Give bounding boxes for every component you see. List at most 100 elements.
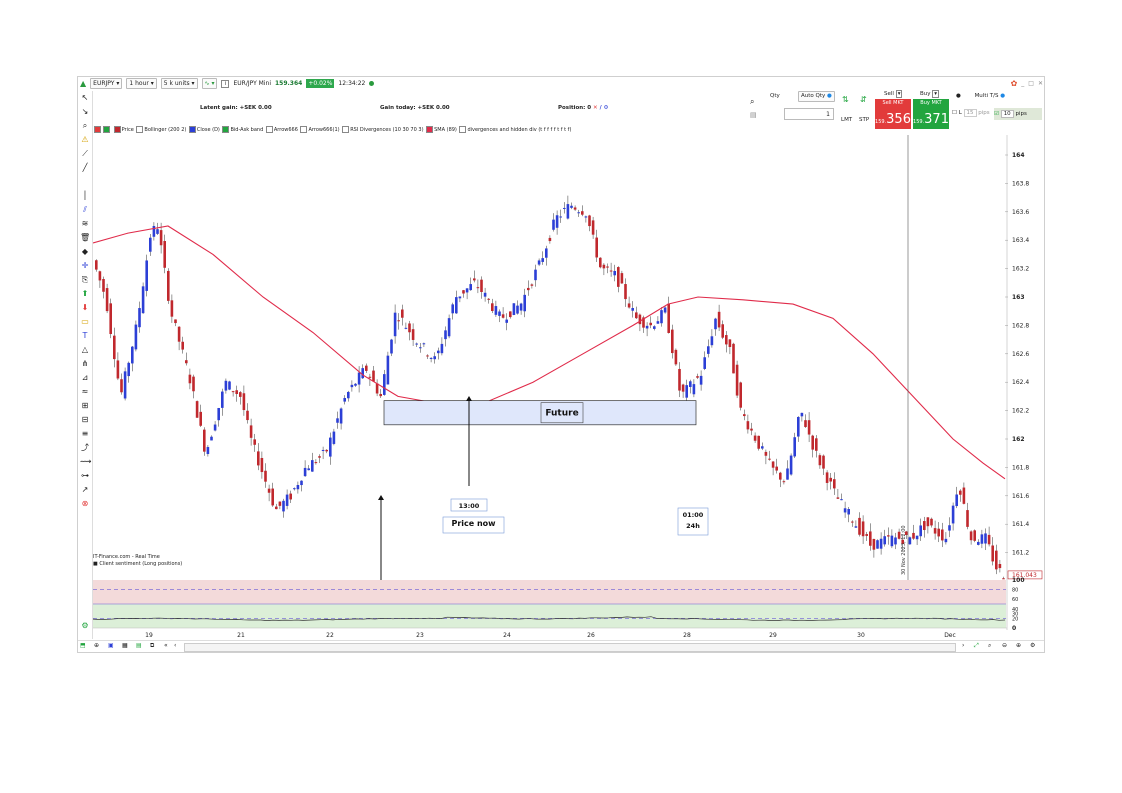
chart-settings-icon[interactable]: ⚙ [1030,642,1035,649]
candle[interactable] [401,309,404,318]
info-icon[interactable]: i [221,79,230,88]
indicator-rsi[interactable]: RSI Divergences (10 30 70 3) [350,127,423,133]
candle[interactable] [746,421,750,430]
candle[interactable] [858,517,861,535]
candle[interactable] [541,258,544,262]
stp-button[interactable]: STP [859,117,869,123]
indicator-arrow1-swatch[interactable] [300,126,308,133]
candle[interactable] [264,470,267,482]
candle[interactable] [343,397,346,402]
indicator-rsi-swatch[interactable] [342,126,350,133]
settings-icon[interactable]: ✿ [1011,77,1018,90]
candle[interactable] [980,534,984,544]
gann-icon[interactable]: ⊿ [80,373,90,383]
candle[interactable] [177,326,181,342]
candle[interactable] [210,436,213,441]
indicator-arrow-swatch[interactable] [265,126,273,133]
alert-icon[interactable]: ⚠ [80,135,90,145]
candle[interactable] [95,260,98,270]
camera-icon[interactable]: ▣ [108,642,114,649]
candle[interactable] [314,462,318,464]
indicator-sma-swatch[interactable] [426,126,434,133]
candle[interactable] [847,508,850,515]
candle[interactable] [923,521,926,531]
candle[interactable] [548,237,552,242]
candle[interactable] [530,284,534,286]
candle[interactable] [116,360,120,379]
candle[interactable] [732,343,735,374]
candle[interactable] [966,510,969,527]
indicator-bidask-swatch[interactable] [222,126,230,133]
candle[interactable] [285,494,289,506]
candle[interactable] [275,506,278,510]
candle[interactable] [800,412,804,417]
candle[interactable] [987,534,991,545]
candle[interactable] [743,414,746,417]
candle[interactable] [897,531,901,539]
candle[interactable] [455,297,458,314]
candle[interactable] [98,271,102,281]
candle[interactable] [804,420,807,427]
close-icon[interactable]: ✕ [1038,77,1046,90]
arrow-down-icon[interactable]: ⬇ [80,303,90,313]
candle[interactable] [357,372,361,385]
candle[interactable] [559,216,562,218]
price-chart[interactable]: 164 163.8 163.6 163.4 163.2 163 162.8 162.6 162.… [93,135,1044,640]
stop-order-icon[interactable]: ⇵ [860,95,867,104]
zoom-in-icon[interactable]: ⊕ [1016,642,1021,649]
candle[interactable] [577,212,580,214]
candle[interactable] [415,343,418,345]
candle[interactable] [167,270,170,301]
candle[interactable] [257,451,260,466]
ruler-icon[interactable]: ⟋ [80,149,90,159]
channel-icon[interactable]: ⫽ [80,205,90,215]
candle[interactable] [599,257,602,268]
triangle-icon[interactable]: △ [80,345,90,355]
candle[interactable] [609,270,613,272]
candle[interactable] [941,529,944,541]
candle[interactable] [995,550,998,570]
candle[interactable] [991,545,994,562]
candle[interactable] [584,216,588,218]
indicator-price-swatch[interactable] [113,126,121,133]
candle[interactable] [271,488,274,506]
candle[interactable] [912,532,915,539]
candle[interactable] [815,438,818,451]
candle[interactable] [163,241,166,268]
candle[interactable] [296,485,300,490]
search-icon[interactable]: ⌕ [750,97,754,107]
candle[interactable] [332,431,336,444]
indicator-close[interactable]: Close (D) [197,127,220,133]
candle[interactable] [829,477,832,482]
candle[interactable] [408,323,411,333]
candle[interactable] [869,531,872,546]
link-icon[interactable]: ⊶ [80,471,90,481]
candle[interactable] [739,382,742,408]
candle[interactable] [516,305,519,314]
candle[interactable] [606,266,609,268]
candle[interactable] [300,480,303,486]
chart-type-icon[interactable]: ∿ ▾ [201,78,218,89]
candle[interactable] [239,392,242,397]
step-left-icon[interactable]: ‹ [174,642,176,649]
lmt-button[interactable]: LMT [841,117,852,123]
candle[interactable] [735,364,739,396]
candle[interactable] [195,401,199,418]
candle[interactable] [267,488,271,493]
candle[interactable] [422,343,426,345]
candle[interactable] [721,324,724,338]
candle[interactable] [775,466,778,471]
candle[interactable] [624,284,627,300]
list-icon[interactable]: ▤ [750,111,757,119]
candle[interactable] [717,311,721,328]
candle[interactable] [573,207,577,210]
candle[interactable] [307,468,310,471]
zoom-icon[interactable]: ⌕ [80,121,90,131]
candle[interactable] [663,307,667,313]
candle[interactable] [725,335,728,345]
candle[interactable] [692,384,696,395]
candle[interactable] [505,319,508,323]
candle[interactable] [933,528,937,534]
candle[interactable] [818,455,822,466]
qty-input[interactable]: 1 [784,108,834,120]
